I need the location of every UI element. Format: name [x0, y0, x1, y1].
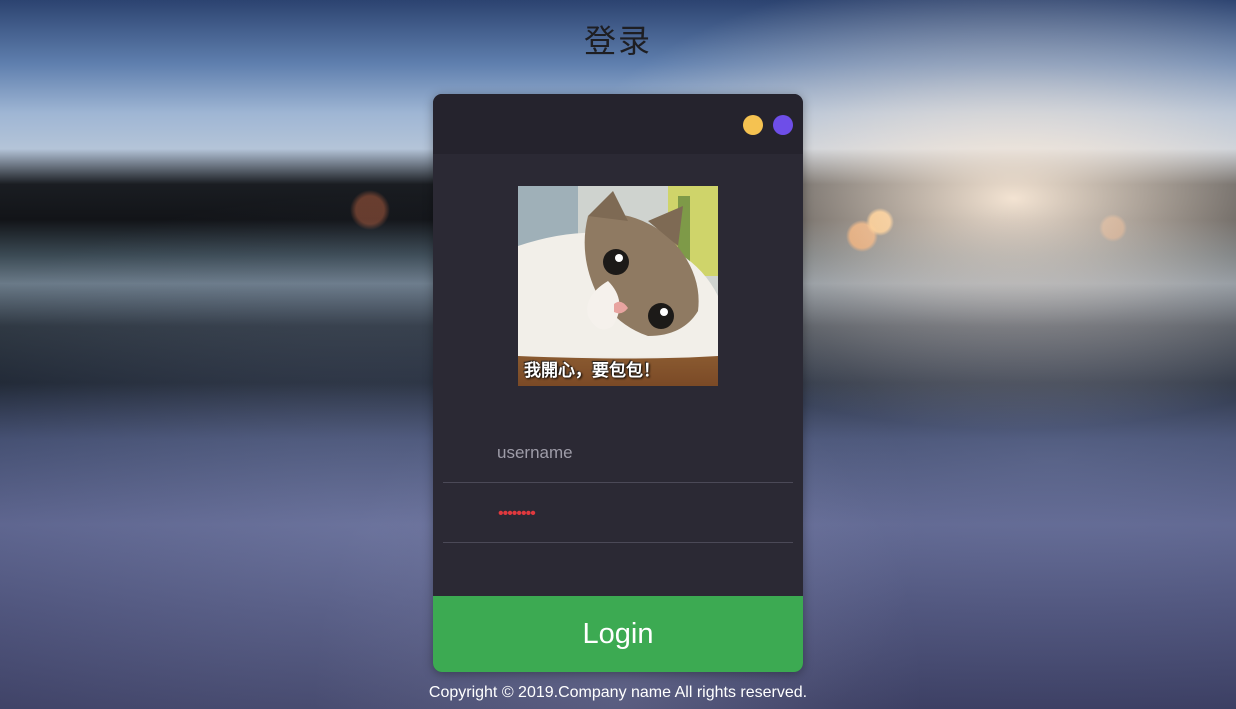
username-input[interactable] — [497, 440, 777, 466]
password-input[interactable]: •••••••• — [498, 501, 536, 527]
username-field — [443, 422, 793, 483]
yellow-dot-icon — [743, 115, 763, 135]
avatar-caption: 我開心，要包包！ — [518, 356, 718, 386]
password-field[interactable]: •••••••• — [443, 482, 793, 543]
avatar: 我開心，要包包！ — [518, 186, 718, 386]
login-card: 我開心，要包包！ •••••••• Login — [433, 94, 803, 672]
copyright-text: Copyright © 2019.Company name All rights… — [428, 684, 808, 701]
page-title: 登录 — [583, 23, 652, 59]
login-button[interactable]: Login — [433, 596, 803, 672]
purple-dot-icon — [773, 115, 793, 135]
card-header — [433, 94, 803, 154]
